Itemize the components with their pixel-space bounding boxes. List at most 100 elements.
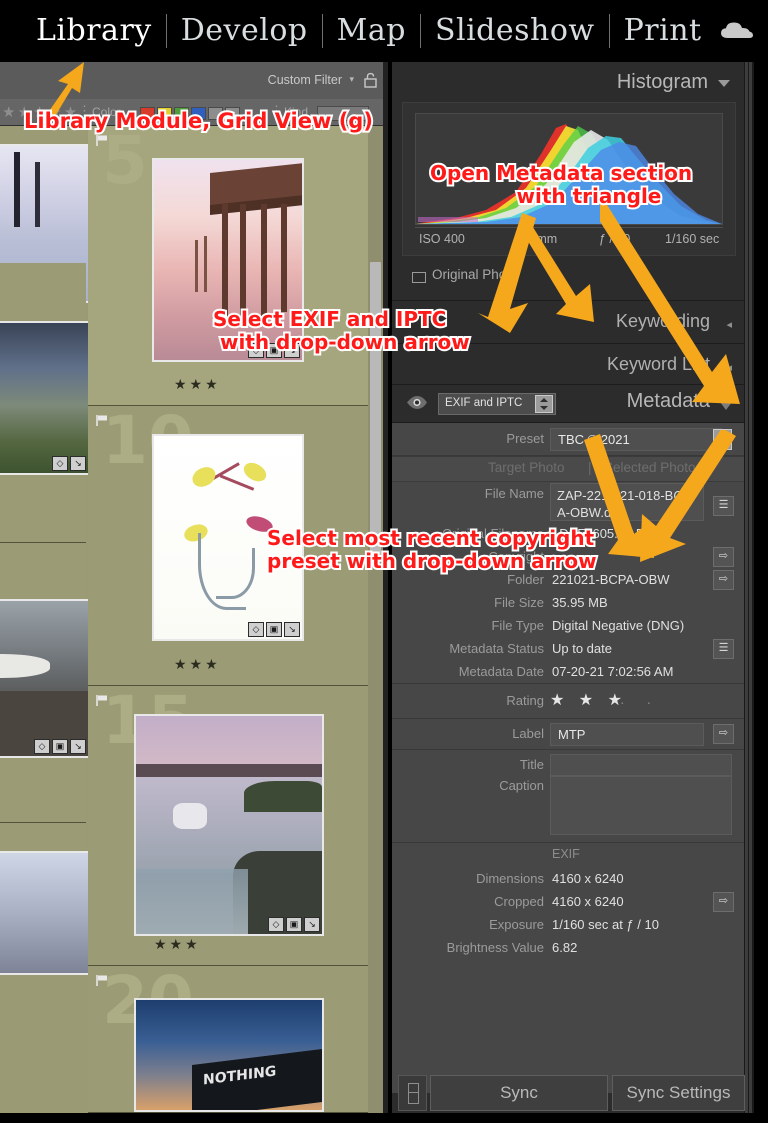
exif-row-value: 6.82 <box>552 940 578 955</box>
grid-left-column: ◇ ↘ ◇ ↘ <box>0 126 90 975</box>
annotation-preset: Select most recent copyright preset with… <box>265 525 599 575</box>
tag-badge[interactable]: ◇ <box>34 739 50 754</box>
flag-icon[interactable] <box>96 974 109 987</box>
target-photo-label[interactable]: Target Photo <box>488 460 565 475</box>
crop-badge[interactable]: ▣ <box>266 622 282 637</box>
title-row[interactable]: Title <box>392 750 744 776</box>
grid-cell-rating[interactable]: ★★★ <box>154 936 201 953</box>
histogram-title: Histogram <box>616 71 708 93</box>
rating-stars[interactable]: ★ ★ ★ <box>550 690 627 710</box>
metadata-row[interactable]: Metadata Date 07-20-21 7:02:56 AM <box>392 660 744 683</box>
module-library[interactable]: Library <box>22 16 166 46</box>
grid-scroll-area: ◇ ↘ ◇ ↘ <box>0 126 380 1113</box>
sync-button[interactable]: Sync <box>430 1075 608 1111</box>
preset-label: Preset <box>506 431 544 446</box>
metadata-view-value: EXIF and IPTC <box>445 397 523 409</box>
exif-row-label: Exposure <box>489 917 544 932</box>
metadata-row-value: Up to date <box>552 641 612 656</box>
tag-badge[interactable]: ◇ <box>268 917 284 932</box>
photo-square-icon <box>412 272 426 283</box>
exif-row-label: Cropped <box>494 894 544 909</box>
metadata-row-value: 221021-BCPA-OBW <box>552 572 670 587</box>
develop-badge[interactable]: ↘ <box>304 917 320 932</box>
arrow-exif-right <box>520 216 594 322</box>
exif-header-row: EXIF <box>392 843 744 867</box>
metadata-view-stepper[interactable] <box>535 395 553 413</box>
develop-badge[interactable]: ↘ <box>70 456 86 471</box>
sky-photo[interactable] <box>0 851 90 975</box>
module-map[interactable]: Map <box>323 16 420 46</box>
metadata-row-label: File Name <box>484 486 544 501</box>
metadata-eye-icon[interactable] <box>406 395 428 410</box>
module-slideshow[interactable]: Slideshow <box>421 16 609 46</box>
nothing-sign-photo[interactable]: NOTHING <box>134 998 324 1112</box>
title-caption-group: Title Caption <box>392 750 744 843</box>
tag-badge[interactable]: ◇ <box>248 622 264 637</box>
grid-main-column: 5◇▣↘★★★10◇▣↘★★★15◇▣↘★★★20NOTHING <box>88 126 368 1113</box>
metadata-row[interactable]: File Type Digital Negative (DNG) <box>392 614 744 637</box>
chevron-updown-icon[interactable]: ▾ <box>349 75 354 84</box>
flag-icon[interactable] <box>96 694 109 707</box>
pane-divider <box>383 62 388 1113</box>
grid-cell[interactable]: 5 ◇ ▣ ↘ ★★★ <box>88 126 368 406</box>
grid-cell[interactable]: 15◇▣↘★★★ <box>88 686 368 966</box>
arrow-metadata-triangle <box>600 200 740 404</box>
caption-field[interactable] <box>550 776 732 835</box>
harbor-boat-photo[interactable]: ◇ ▣ ↘ <box>134 714 324 936</box>
cloud-icon[interactable] <box>720 20 754 40</box>
thumb-badges[interactable]: ◇ ▣ ↘ <box>248 622 300 637</box>
develop-badge[interactable]: ↘ <box>284 622 300 637</box>
exif-row: Cropped 4160 x 6240 ⇨ <box>392 890 744 913</box>
thumb-badges[interactable]: ◇ ▣ ↘ <box>268 917 320 932</box>
exif-row-label: Dimensions <box>476 871 544 886</box>
grid-cell[interactable]: 20NOTHING <box>88 966 368 1113</box>
annotation-open-metadata: Open Metadata section with triangle <box>428 160 694 210</box>
label-value: MTP <box>558 727 586 742</box>
grid-cell-partial-3[interactable]: ◇ ▣ ↘ <box>0 543 90 823</box>
metadata-view-select[interactable]: EXIF and IPTC <box>438 393 556 415</box>
exif-section-label: EXIF <box>552 847 580 861</box>
marsh-dusk-photo[interactable]: ◇ ↘ <box>0 321 90 475</box>
flag-icon[interactable] <box>96 414 109 427</box>
label-row[interactable]: Label MTP ⇨ <box>392 719 744 750</box>
annotation-exif-iptc: Select EXIF and IPTC with drop-down arro… <box>211 306 472 356</box>
goto-button[interactable]: ⇨ <box>713 892 734 912</box>
metadata-row[interactable]: File Size 35.95 MB <box>392 591 744 614</box>
exif-rows: Dimensions 4160 x 6240 Cropped 4160 x 6240 ⇨… <box>392 867 744 959</box>
tag-badge[interactable]: ◇ <box>52 456 68 471</box>
crop-badge[interactable]: ▣ <box>52 739 68 754</box>
histogram-header[interactable]: Histogram <box>392 62 744 102</box>
label-field[interactable]: MTP <box>550 723 704 746</box>
triangle-down-icon[interactable] <box>718 80 730 87</box>
flag-icon[interactable] <box>96 134 109 147</box>
title-field[interactable] <box>550 754 732 776</box>
sync-settings-button[interactable]: Sync Settings <box>612 1075 745 1111</box>
custom-filter-label[interactable]: Custom Filter <box>268 73 342 87</box>
exif-row-value: 4160 x 6240 <box>552 871 624 886</box>
lock-icon[interactable] <box>363 72 378 88</box>
grid-cell-rating[interactable]: ★★★ <box>174 656 221 673</box>
caption-row[interactable]: Caption <box>392 776 744 838</box>
lightroom-window: Library Develop Map Slideshow Print Custom F… <box>0 0 768 1123</box>
grid-cell-rating[interactable]: ★★★ <box>174 376 221 393</box>
crop-badge[interactable]: ▣ <box>286 917 302 932</box>
module-print[interactable]: Print <box>610 16 716 46</box>
goto-button[interactable]: ⇨ <box>713 570 734 590</box>
grid-cell-partial[interactable]: ◇ ↘ <box>0 126 90 303</box>
develop-badge[interactable]: ↘ <box>70 739 86 754</box>
title-label: Title <box>519 757 544 772</box>
rating-empty-dots[interactable]: · · <box>620 694 660 710</box>
module-list: Library Develop Map Slideshow Print <box>22 0 716 62</box>
caption-label: Caption <box>499 778 544 793</box>
sync-toolbar: Sync Sync Settings <box>398 1075 745 1111</box>
sync-toggle-icon[interactable] <box>398 1075 427 1111</box>
metadata-row[interactable]: Metadata Status Up to date ☰ <box>392 637 744 660</box>
rating-row[interactable]: Rating ★ ★ ★ · · <box>392 684 744 719</box>
module-develop[interactable]: Develop <box>167 16 322 46</box>
dock-boat-photo[interactable]: ◇ ▣ ↘ <box>0 599 90 758</box>
grid-cell-partial-2[interactable]: ◇ ↘ <box>0 263 90 543</box>
grid-cell-partial-4[interactable] <box>0 823 90 975</box>
label-label: Label <box>512 726 544 741</box>
label-goto-button[interactable]: ⇨ <box>713 724 734 744</box>
list-button[interactable]: ☰ <box>713 639 734 659</box>
